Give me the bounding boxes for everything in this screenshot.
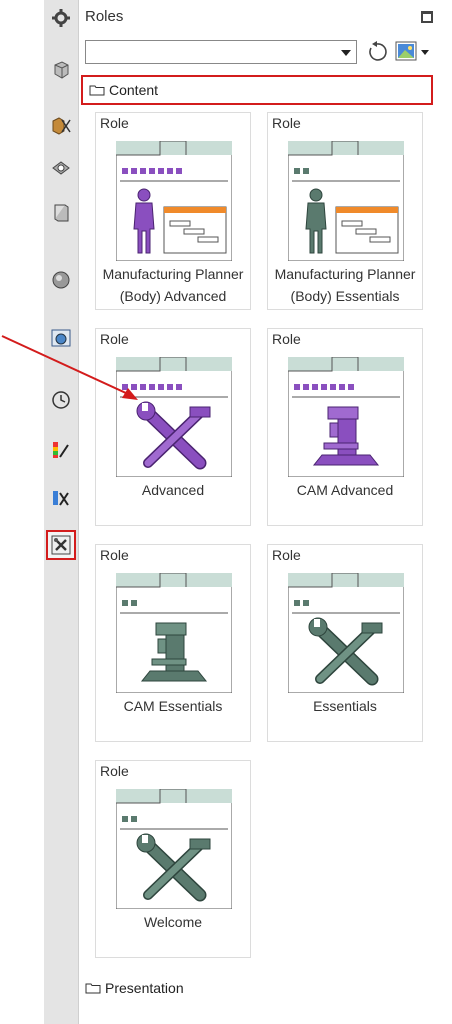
role-name-line1: Essentials xyxy=(313,698,377,714)
role-card-cam-advanced[interactable]: Role CAM Advanced xyxy=(267,328,423,526)
presentation-folder[interactable]: Presentation xyxy=(85,980,184,996)
role-name: CAM Advanced xyxy=(268,479,422,501)
role-card-essentials[interactable]: Role Essentials xyxy=(267,544,423,742)
view-style-icon[interactable] xyxy=(395,40,417,62)
role-tag: Role xyxy=(100,331,129,347)
folder-icon xyxy=(85,983,101,994)
role-name: CAM Essentials xyxy=(96,695,250,717)
role-thumbnail xyxy=(288,357,404,477)
role-thumbnail xyxy=(116,573,232,693)
role-thumbnail xyxy=(288,141,404,261)
resource-bar xyxy=(44,0,79,1024)
reset-icon[interactable] xyxy=(365,40,389,64)
role-tag: Role xyxy=(100,115,129,131)
panel-title: Roles xyxy=(85,8,124,25)
history-icon[interactable] xyxy=(47,386,75,414)
view-style-caret-icon[interactable] xyxy=(421,50,429,55)
constraint-navigator-icon[interactable] xyxy=(47,112,75,140)
role-name-line2: (Body) Advanced xyxy=(119,288,227,304)
role-name-line2: (Body) Essentials xyxy=(290,288,400,304)
role-name-line1: Manufacturing Planner xyxy=(102,266,244,282)
roles-icon[interactable] xyxy=(46,530,76,560)
maximize-icon[interactable] xyxy=(421,11,433,23)
content-folder-label: Content xyxy=(109,82,159,98)
assembly-navigator-icon[interactable] xyxy=(47,56,75,84)
role-card-mfg-planner-advanced[interactable]: Role Manufacturing Planner (Body) Advanc… xyxy=(95,112,251,310)
role-name: Welcome xyxy=(96,911,250,933)
role-tag: Role xyxy=(272,331,301,347)
role-tag: Role xyxy=(100,547,129,563)
role-name-line1: CAM Advanced xyxy=(296,482,394,498)
role-thumbnail xyxy=(116,141,232,261)
hd3d-tools-icon[interactable] xyxy=(47,266,75,294)
dropdown-arrow-icon xyxy=(341,50,351,56)
role-name-line1: Advanced xyxy=(141,482,205,498)
role-name: Essentials xyxy=(268,695,422,717)
system-materials-icon[interactable] xyxy=(47,484,75,512)
role-name: Manufacturing Planner (Body) Essentials xyxy=(268,263,422,307)
part-navigator-icon[interactable] xyxy=(47,153,75,181)
role-name: Manufacturing Planner (Body) Advanced xyxy=(96,263,250,307)
role-thumbnail xyxy=(116,357,232,477)
role-thumbnail xyxy=(116,789,232,909)
role-name-line1: Manufacturing Planner xyxy=(274,266,416,282)
content-folder[interactable]: Content xyxy=(81,75,433,105)
web-browser-icon[interactable] xyxy=(47,324,75,352)
role-tag: Role xyxy=(272,115,301,131)
role-name-line1: Welcome xyxy=(143,914,203,930)
presentation-folder-label: Presentation xyxy=(105,980,184,996)
roles-panel: Roles Content Role Manufacturing Planner… xyxy=(79,0,451,1024)
role-thumbnail xyxy=(288,573,404,693)
role-card-mfg-planner-essentials[interactable]: Role Manufacturing Planner (Body) Essent… xyxy=(267,112,423,310)
role-name: Advanced xyxy=(96,479,250,501)
role-card-cam-essentials[interactable]: Role CAM Essentials xyxy=(95,544,251,742)
role-card-advanced[interactable]: Role Advanced xyxy=(95,328,251,526)
reuse-library-icon[interactable] xyxy=(47,198,75,226)
role-tag: Role xyxy=(272,547,301,563)
role-card-welcome[interactable]: Role Welcome xyxy=(95,760,251,958)
role-tag: Role xyxy=(100,763,129,779)
role-dropdown[interactable] xyxy=(85,40,357,64)
role-name-line1: CAM Essentials xyxy=(123,698,223,714)
visualization-icon[interactable] xyxy=(47,436,75,464)
folder-icon xyxy=(89,85,105,96)
settings-icon[interactable] xyxy=(47,4,75,32)
